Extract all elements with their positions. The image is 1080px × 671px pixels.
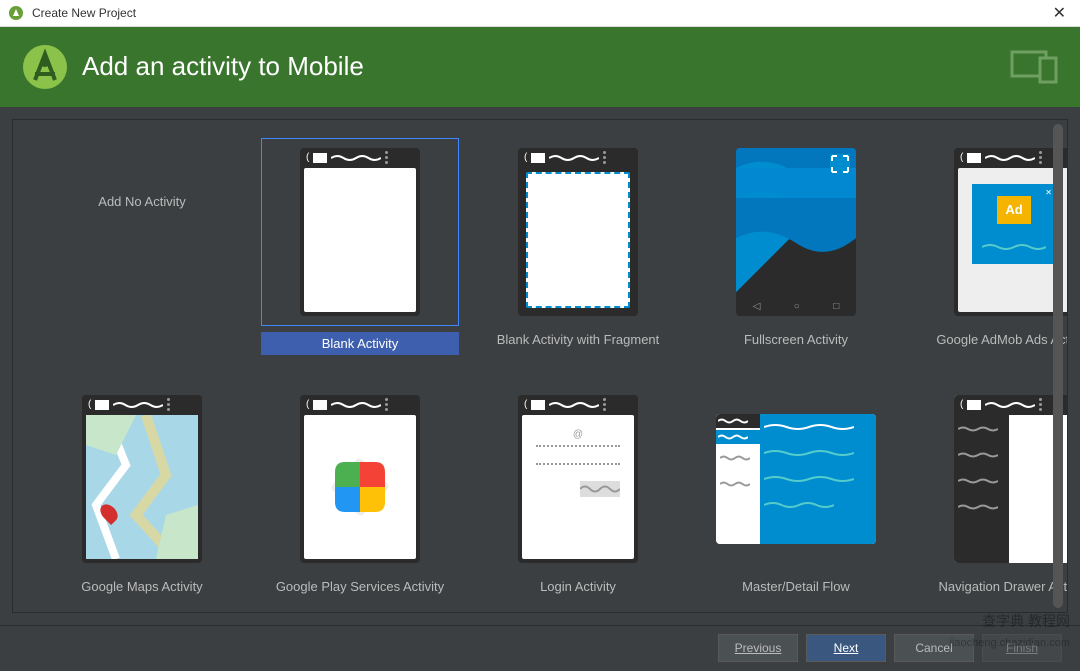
cancel-button[interactable]: Cancel: [894, 634, 974, 662]
activity-tile-play[interactable]: ( Google Play Services Activity: [261, 385, 459, 594]
activity-label: Google Maps Activity: [81, 579, 202, 594]
activity-thumb: ◁○□: [697, 138, 895, 326]
close-icon[interactable]: ✕: [1047, 3, 1072, 23]
activity-label: Fullscreen Activity: [744, 332, 848, 347]
wizard-window: Create New Project ✕ Add an activity to …: [0, 0, 1080, 671]
activity-label: Google Play Services Activity: [276, 579, 444, 594]
page-title: Add an activity to Mobile: [82, 51, 1010, 82]
activity-label: Navigation Drawer Activity: [939, 579, 1069, 594]
activity-label: Master/Detail Flow: [742, 579, 850, 594]
activity-tile-nav[interactable]: ( Navigation Drawer Activity: [915, 385, 1068, 594]
scrollbar[interactable]: [1053, 124, 1063, 608]
activity-tile-login[interactable]: (@ Login Activity: [479, 385, 677, 594]
activity-thumb: (Ad✕: [915, 138, 1068, 326]
content-area: Add No Activity ( Blank Activity ( Blank Act…: [0, 107, 1080, 625]
activity-label: Add No Activity: [98, 194, 185, 209]
activity-label: Login Activity: [540, 579, 616, 594]
previous-button[interactable]: Previous: [718, 634, 798, 662]
activity-tile-admob[interactable]: (Ad✕ Google AdMob Ads Activity: [915, 138, 1068, 355]
activity-thumb: (: [261, 138, 459, 326]
activity-thumb: (@: [479, 385, 677, 573]
activity-thumb: (: [479, 138, 677, 326]
android-studio-logo-icon: [20, 42, 70, 92]
activity-tile-none[interactable]: Add No Activity: [43, 138, 241, 355]
activity-label: Blank Activity: [261, 332, 459, 355]
wizard-footer: Previous Next Cancel Finish: [0, 625, 1080, 671]
activity-tile-fullscreen[interactable]: ◁○□ Fullscreen Activity: [697, 138, 895, 355]
wizard-header: Add an activity to Mobile: [0, 27, 1080, 107]
device-icon: [1010, 50, 1060, 84]
next-button[interactable]: Next: [806, 634, 886, 662]
activity-tile-blank[interactable]: ( Blank Activity: [261, 138, 459, 355]
activity-tile-fragment[interactable]: ( Blank Activity with Fragment: [479, 138, 677, 355]
activity-thumb: (: [43, 385, 241, 573]
window-title: Create New Project: [32, 6, 1047, 20]
activity-thumb: (: [915, 385, 1068, 573]
activity-label: Blank Activity with Fragment: [497, 332, 660, 347]
activity-thumb: [697, 385, 895, 573]
activity-tile-maps[interactable]: ( Google Maps Activity: [43, 385, 241, 594]
activity-thumb: (: [261, 385, 459, 573]
titlebar: Create New Project ✕: [0, 0, 1080, 27]
app-icon: [8, 5, 24, 21]
finish-button: Finish: [982, 634, 1062, 662]
activity-tile-master[interactable]: Master/Detail Flow: [697, 385, 895, 594]
activity-gallery: Add No Activity ( Blank Activity ( Blank Act…: [12, 119, 1068, 613]
activity-label: Google AdMob Ads Activity: [936, 332, 1068, 347]
